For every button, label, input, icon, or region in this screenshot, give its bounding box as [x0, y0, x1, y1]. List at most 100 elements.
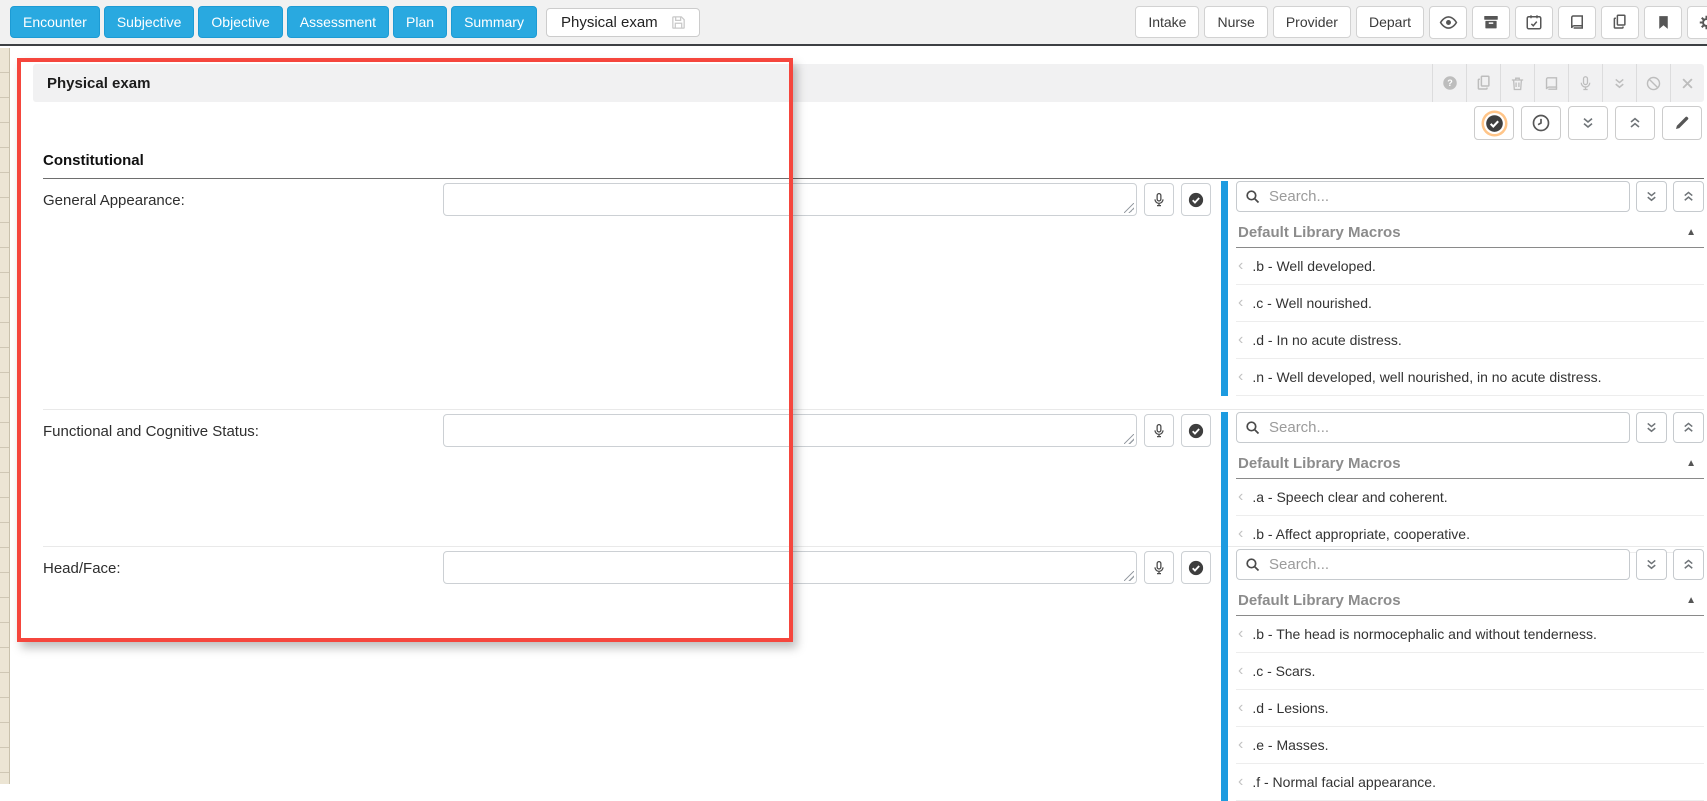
macro-item[interactable]: ‹ .d - In no acute distress. — [1236, 322, 1704, 359]
encounter-form-area: Physical exam ? Constitutional General A… — [33, 64, 1704, 801]
macros-header[interactable]: Default Library Macros ▲ — [1236, 584, 1704, 616]
gear-icon[interactable] — [1687, 5, 1707, 39]
nav-button-assessment[interactable]: Assessment — [286, 6, 390, 38]
ban-icon[interactable] — [1636, 64, 1670, 102]
macro-item[interactable]: ‹ .f - Normal facial appearance. — [1236, 764, 1704, 801]
group-heading-constitutional: Constitutional — [43, 152, 1704, 179]
macro-search-row — [1236, 181, 1704, 212]
macro-search-input[interactable] — [1236, 181, 1630, 212]
nav-button-encounter[interactable]: Encounter — [10, 6, 100, 38]
macro-item[interactable]: ‹ .c - Scars. — [1236, 653, 1704, 690]
archive-box-icon[interactable] — [1472, 5, 1510, 39]
macro-item[interactable]: ‹ .b - The head is normocephalic and wit… — [1236, 616, 1704, 653]
macro-item-label: .b - The head is normocephalic and witho… — [1252, 626, 1597, 642]
double-chevron-down-icon[interactable] — [1636, 181, 1667, 212]
double-chevron-down-icon[interactable] — [1636, 412, 1667, 443]
pencil-icon[interactable] — [1662, 106, 1702, 140]
microphone-icon[interactable] — [1144, 414, 1174, 447]
depart-button[interactable]: Depart — [1355, 6, 1424, 38]
search-box — [1236, 412, 1630, 443]
tab-physical-exam[interactable]: Physical exam — [545, 7, 700, 37]
close-icon[interactable] — [1670, 64, 1704, 102]
nav-button-summary[interactable]: Summary — [451, 6, 537, 38]
macro-item-label: .b - Affect appropriate, cooperative. — [1252, 526, 1470, 542]
macros-list: ‹ .b - The head is normocephalic and wit… — [1236, 616, 1704, 801]
exam-note-textarea[interactable] — [443, 551, 1137, 584]
top-navigation-bar: Encounter Subjective Objective Assessmen… — [0, 0, 1707, 46]
copy-icon[interactable] — [1601, 5, 1639, 39]
book-icon[interactable] — [1534, 64, 1568, 102]
macro-item[interactable]: ‹ .n - Well developed, well nourished, i… — [1236, 359, 1704, 396]
check-circle-icon[interactable] — [1181, 414, 1211, 447]
triangle-up-icon: ▲ — [1686, 227, 1696, 238]
check-circle-icon[interactable] — [1181, 183, 1211, 216]
double-chevron-up-icon[interactable] — [1615, 106, 1655, 140]
section-title: Physical exam — [47, 74, 151, 92]
provider-button[interactable]: Provider — [1272, 6, 1351, 38]
tab-physical-exam-label: Physical exam — [560, 13, 658, 31]
nurse-button[interactable]: Nurse — [1204, 6, 1268, 38]
macro-item[interactable]: ‹ .c - Well nourished. — [1236, 285, 1704, 322]
macros-header[interactable]: Default Library Macros ▲ — [1236, 447, 1704, 479]
nav-button-plan[interactable]: Plan — [393, 6, 448, 38]
bookmark-icon[interactable] — [1644, 5, 1682, 39]
double-chevron-down-icon[interactable] — [1568, 106, 1608, 140]
macros-panel: Default Library Macros ▲ ‹ .a - Speech c… — [1221, 412, 1704, 553]
clock-icon[interactable] — [1521, 106, 1561, 140]
chevron-left-icon: ‹ — [1238, 625, 1244, 642]
search-icon — [1244, 556, 1261, 573]
macro-item[interactable]: ‹ .e - Masses. — [1236, 727, 1704, 764]
macro-item-label: .d - Lesions. — [1252, 700, 1329, 716]
macro-search-input[interactable] — [1236, 549, 1630, 580]
macro-item-label: .c - Well nourished. — [1252, 295, 1372, 311]
double-chevron-down-icon[interactable] — [1636, 549, 1667, 580]
nav-button-subjective[interactable]: Subjective — [103, 6, 195, 38]
check-circle-icon[interactable] — [1181, 551, 1211, 584]
macro-item[interactable]: ‹ .b - Affect appropriate, cooperative. — [1236, 516, 1704, 553]
microphone-icon[interactable] — [1568, 64, 1602, 102]
trash-icon[interactable] — [1500, 64, 1534, 102]
macro-search-input[interactable] — [1236, 412, 1630, 443]
chevron-left-icon: ‹ — [1238, 525, 1244, 542]
chevron-left-icon: ‹ — [1238, 368, 1244, 385]
field-label: Functional and Cognitive Status: — [43, 423, 259, 440]
exam-note-textarea[interactable] — [443, 414, 1137, 447]
double-chevron-down-icon[interactable] — [1602, 64, 1636, 102]
eye-icon[interactable] — [1429, 5, 1467, 39]
exam-field-row: Head/Face: Search... Default Library Mac… — [43, 546, 1704, 801]
calendar-check-icon[interactable] — [1515, 5, 1553, 39]
chevron-left-icon: ‹ — [1238, 773, 1244, 790]
macro-item[interactable]: ‹ .a - Speech clear and coherent. — [1236, 479, 1704, 516]
nav-button-objective[interactable]: Objective — [198, 6, 283, 38]
book-icon[interactable] — [1558, 5, 1596, 39]
double-chevron-up-icon[interactable] — [1673, 549, 1704, 580]
search-box — [1236, 181, 1630, 212]
macros-header[interactable]: Default Library Macros ▲ — [1236, 216, 1704, 248]
double-chevron-up-icon[interactable] — [1673, 412, 1704, 443]
macros-title: Default Library Macros — [1238, 224, 1401, 241]
physical-exam-section-header: Physical exam ? — [33, 64, 1704, 102]
triangle-up-icon: ▲ — [1686, 595, 1696, 606]
macro-item-label: .b - Well developed. — [1252, 258, 1376, 274]
field-input-group — [443, 179, 1211, 216]
double-chevron-up-icon[interactable] — [1673, 181, 1704, 212]
macros-title: Default Library Macros — [1238, 592, 1401, 609]
check-circle-icon[interactable] — [1474, 106, 1514, 140]
exam-note-textarea[interactable] — [443, 183, 1137, 216]
macro-item-label: .d - In no acute distress. — [1252, 332, 1402, 348]
page-edge-strip — [0, 48, 10, 784]
macro-item-label: .f - Normal facial appearance. — [1252, 774, 1436, 790]
copy-icon[interactable] — [1466, 64, 1500, 102]
topbar-right-group: Intake Nurse Provider Depart — [1135, 5, 1707, 39]
help-circle-icon[interactable]: ? — [1432, 64, 1466, 102]
chevron-left-icon: ‹ — [1238, 662, 1244, 679]
macro-item[interactable]: ‹ .d - Lesions. — [1236, 690, 1704, 727]
macro-item[interactable]: ‹ .b - Well developed. — [1236, 248, 1704, 285]
macros-panel: Default Library Macros ▲ ‹ .b - Well dev… — [1221, 181, 1704, 396]
field-label: General Appearance: — [43, 192, 185, 209]
microphone-icon[interactable] — [1144, 551, 1174, 584]
intake-button[interactable]: Intake — [1135, 6, 1200, 38]
macro-item-label: .e - Masses. — [1252, 737, 1329, 753]
form-toolbar — [33, 106, 1702, 140]
microphone-icon[interactable] — [1144, 183, 1174, 216]
